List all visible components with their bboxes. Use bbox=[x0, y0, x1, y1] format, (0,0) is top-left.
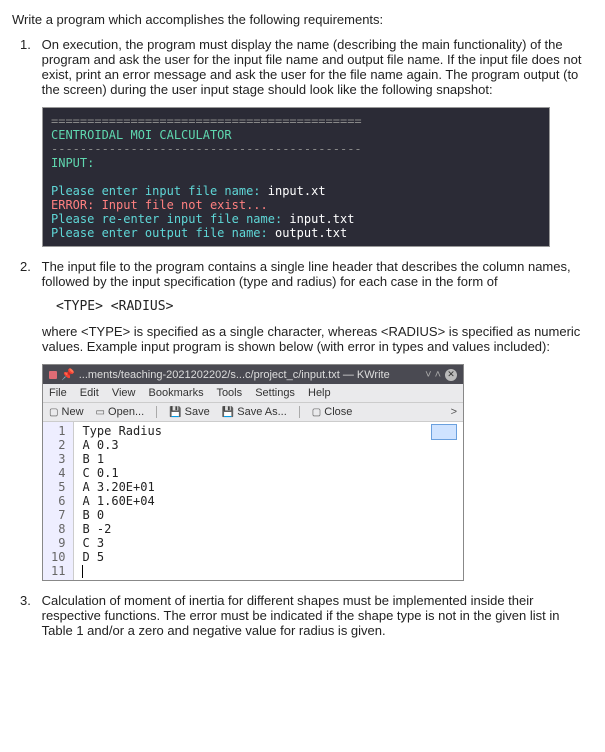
item-2-number: 2. bbox=[20, 259, 38, 274]
editor-line: B -2 bbox=[82, 522, 455, 536]
editor-gutter: 1 2 3 4 5 6 7 8 9 10 11 bbox=[43, 422, 74, 580]
toolbar-separator-2 bbox=[299, 406, 300, 418]
editor-line: D 5 bbox=[82, 550, 455, 564]
item-3-number: 3. bbox=[20, 593, 38, 608]
editor-line: Type Radius bbox=[82, 424, 455, 438]
terminal-prompt-2: Please re-enter input file name: bbox=[51, 212, 289, 226]
terminal-title: CENTROIDAL MOI CALCULATOR bbox=[51, 128, 541, 142]
tool-save-label: Save bbox=[185, 406, 210, 418]
close-icon[interactable]: ✕ bbox=[445, 369, 457, 381]
item-3: 3. Calculation of moment of inertia for … bbox=[42, 593, 593, 638]
gutter-line: 11 bbox=[51, 564, 65, 578]
menu-settings[interactable]: Settings bbox=[255, 387, 295, 399]
menu-tools[interactable]: Tools bbox=[216, 387, 242, 399]
tool-open-label: Open... bbox=[108, 406, 144, 418]
terminal-input-3: output.txt bbox=[275, 226, 347, 240]
item-2-text: The input file to the program contains a… bbox=[42, 259, 591, 289]
editor-line: A 1.60E+04 bbox=[82, 494, 455, 508]
editor-body: 1 2 3 4 5 6 7 8 9 10 11 Type Radius A 0.… bbox=[43, 422, 463, 580]
terminal-blank bbox=[51, 170, 541, 184]
terminal-input-label: INPUT: bbox=[51, 156, 541, 170]
tool-open[interactable]: ▭ Open... bbox=[96, 406, 145, 418]
terminal-line-4: Please enter output file name: output.tx… bbox=[51, 226, 541, 240]
item-1: 1. On execution, the program must displa… bbox=[42, 37, 593, 247]
terminal-line-3: Please re-enter input file name: input.t… bbox=[51, 212, 541, 226]
editor-line: A 0.3 bbox=[82, 438, 455, 452]
tool-saveas[interactable]: 💾 Save As... bbox=[222, 406, 287, 418]
terminal-line-1: Please enter input file name: input.xt bbox=[51, 184, 541, 198]
terminal-prompt-1: Please enter input file name: bbox=[51, 184, 268, 198]
toolbar-separator-1 bbox=[156, 406, 157, 418]
gutter-line: 4 bbox=[51, 466, 65, 480]
editor-line-cursor bbox=[82, 564, 455, 578]
gutter-line: 6 bbox=[51, 494, 65, 508]
editor-title-chevrons: ˅ ˄ bbox=[425, 369, 441, 381]
editor-window: 📌 ...ments/teaching-2021202202/s...c/pro… bbox=[42, 364, 464, 581]
menu-view[interactable]: View bbox=[112, 387, 136, 399]
terminal-sep2: ----------------------------------------… bbox=[51, 142, 541, 156]
menu-help[interactable]: Help bbox=[308, 387, 331, 399]
requirements-list: 1. On execution, the program must displa… bbox=[12, 37, 593, 638]
pin-icon: 📌 bbox=[61, 368, 75, 381]
tool-close-label: Close bbox=[324, 406, 352, 418]
editor-text-area[interactable]: Type Radius A 0.3 B 1 C 0.1 A 3.20E+01 A… bbox=[74, 422, 463, 580]
item-2: 2. The input file to the program contain… bbox=[42, 259, 593, 581]
editor-modified-dot bbox=[49, 371, 57, 379]
terminal-prompt-3: Please enter output file name: bbox=[51, 226, 275, 240]
item-2-after-text: where <TYPE> is specified as a single ch… bbox=[42, 324, 593, 354]
gutter-line: 2 bbox=[51, 438, 65, 452]
editor-titlebar: 📌 ...ments/teaching-2021202202/s...c/pro… bbox=[43, 365, 463, 384]
editor-line: C 3 bbox=[82, 536, 455, 550]
toolbar-overflow-icon[interactable]: > bbox=[451, 406, 457, 418]
save-icon: 💾 bbox=[169, 407, 181, 418]
editor-highlight-marker bbox=[431, 424, 457, 440]
gutter-line: 1 bbox=[51, 424, 65, 438]
terminal-input-2: input.txt bbox=[289, 212, 354, 226]
gutter-line: 7 bbox=[51, 508, 65, 522]
editor-line: C 0.1 bbox=[82, 466, 455, 480]
editor-line: A 3.20E+01 bbox=[82, 480, 455, 494]
tool-new-label: New bbox=[62, 406, 84, 418]
syntax-format: <TYPE> <RADIUS> bbox=[56, 299, 593, 314]
item-1-text: On execution, the program must display t… bbox=[42, 37, 591, 97]
item-1-number: 1. bbox=[20, 37, 38, 52]
editor-toolbar: ▢ New ▭ Open... 💾 Save 💾 Save As... ▢ Cl… bbox=[43, 403, 463, 422]
terminal-sep1: ========================================… bbox=[51, 114, 541, 128]
close-doc-icon: ▢ bbox=[312, 407, 321, 418]
gutter-line: 8 bbox=[51, 522, 65, 536]
gutter-line: 5 bbox=[51, 480, 65, 494]
tool-new[interactable]: ▢ New bbox=[49, 406, 84, 418]
tool-close[interactable]: ▢ Close bbox=[312, 406, 353, 418]
intro-text: Write a program which accomplishes the f… bbox=[12, 12, 593, 27]
open-folder-icon: ▭ bbox=[96, 407, 105, 418]
tool-save[interactable]: 💾 Save bbox=[169, 406, 210, 418]
text-cursor bbox=[82, 565, 83, 578]
editor-line: B 0 bbox=[82, 508, 455, 522]
menu-edit[interactable]: Edit bbox=[80, 387, 99, 399]
menu-bookmarks[interactable]: Bookmarks bbox=[149, 387, 204, 399]
menu-file[interactable]: File bbox=[49, 387, 67, 399]
terminal-error: ERROR: Input file not exist... bbox=[51, 198, 541, 212]
tool-saveas-label: Save As... bbox=[237, 406, 287, 418]
editor-title-text: ...ments/teaching-2021202202/s...c/proje… bbox=[79, 369, 421, 381]
save-as-icon: 💾 bbox=[222, 407, 234, 418]
gutter-line: 9 bbox=[51, 536, 65, 550]
gutter-line: 3 bbox=[51, 452, 65, 466]
gutter-line: 10 bbox=[51, 550, 65, 564]
terminal-snapshot: ========================================… bbox=[42, 107, 550, 247]
terminal-input-1: input.xt bbox=[268, 184, 326, 198]
editor-line: B 1 bbox=[82, 452, 455, 466]
new-file-icon: ▢ bbox=[49, 407, 58, 418]
item-3-text: Calculation of moment of inertia for dif… bbox=[42, 593, 591, 638]
editor-menubar: File Edit View Bookmarks Tools Settings … bbox=[43, 384, 463, 403]
